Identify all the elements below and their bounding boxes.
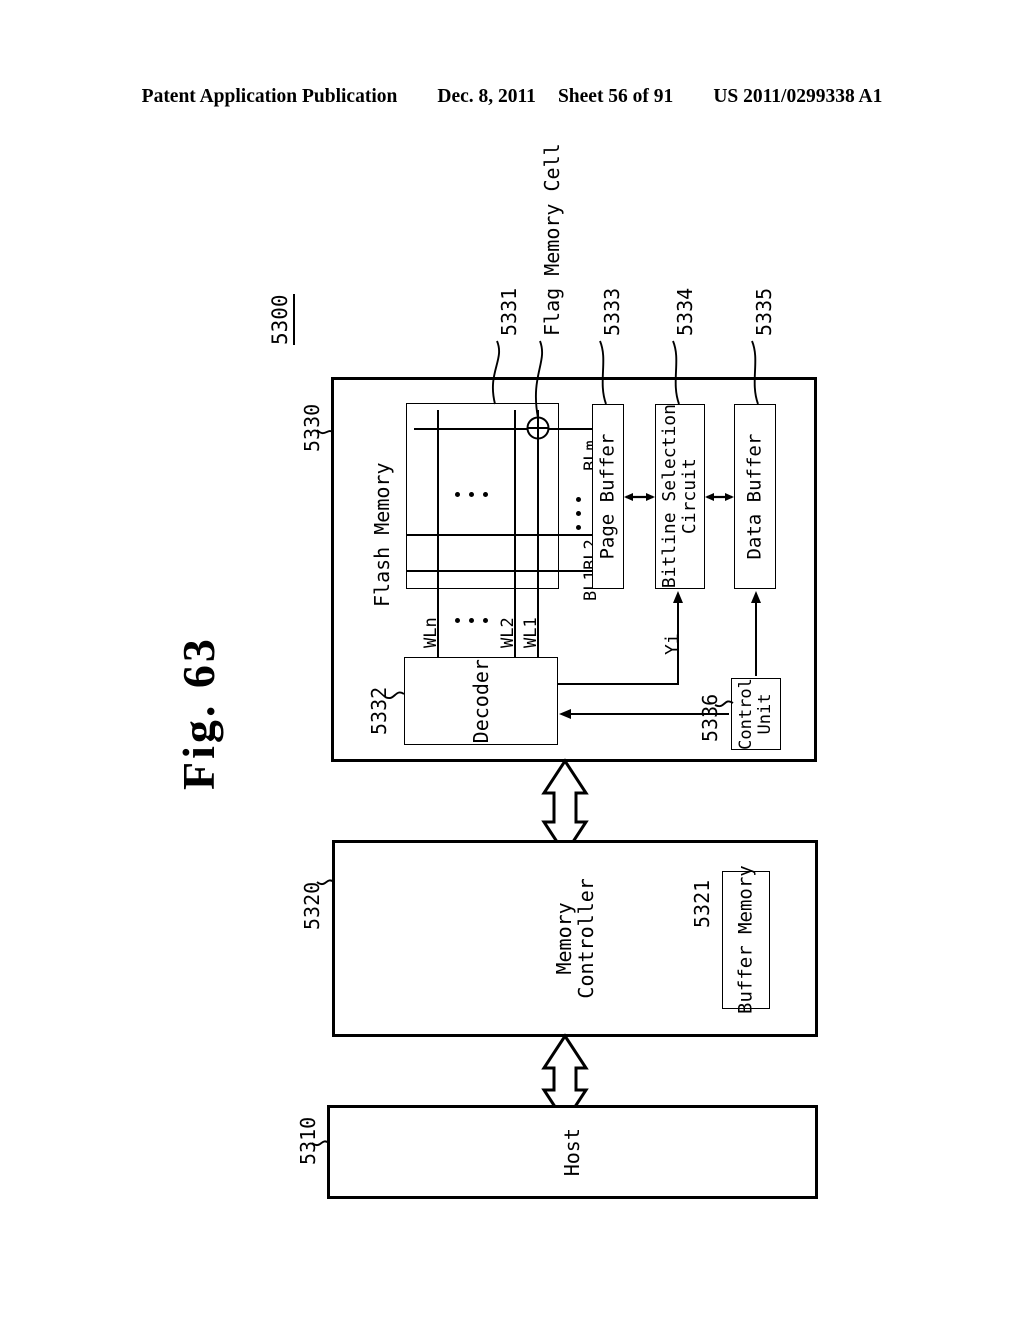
bitline-selection-circuit-label-line1: Bitline Selection xyxy=(658,404,680,589)
buffer-memory-label: Buffer Memory xyxy=(734,865,757,1015)
bitline-selection-circuit-block: Bitline Selection Circuit xyxy=(655,404,705,589)
ref-5300: 5300 xyxy=(268,294,295,345)
flash-memory-label: Flash Memory xyxy=(370,462,394,608)
bitline-selection-circuit-label-line2: Circuit xyxy=(679,458,701,535)
header-publication: Patent Application Publication xyxy=(141,86,398,107)
wordline-label-WLn: WLn xyxy=(421,617,441,648)
bitline-BL2 xyxy=(406,534,596,536)
ref-5330: 5330 xyxy=(300,403,324,452)
data-buffer-block: Data Buffer xyxy=(734,404,776,589)
wordline-label-WL2: WL2 xyxy=(498,617,518,648)
header-sheet: Sheet 56 of 91 xyxy=(557,86,674,107)
ref-5331: 5331 xyxy=(497,287,521,336)
bitline-selection-circuit-label-wrap: Bitline Selection Circuit xyxy=(656,404,704,589)
ref-5336: 5336 xyxy=(698,693,722,742)
page-header: Patent Application Publication Dec. 8, 20… xyxy=(0,86,1024,108)
bitline-BL1 xyxy=(406,570,596,572)
decoder-block: Decoder xyxy=(404,657,558,745)
figure-title: Fig. 63 xyxy=(173,636,224,790)
buffer-memory-block: Buffer Memory xyxy=(722,866,770,1015)
ref-5320: 5320 xyxy=(300,881,324,930)
memory-controller-label-line1: Memory xyxy=(551,902,576,975)
header-date: Dec. 8, 2011 xyxy=(437,86,536,107)
data-buffer-label: Data Buffer xyxy=(743,433,766,560)
header-patent-number: US 2011/0299338 A1 xyxy=(713,86,883,107)
control-unit-label-line2: Unit xyxy=(755,693,775,735)
bitline-BLm xyxy=(414,428,596,430)
patent-figure-page: Patent Application Publication Dec. 8, 20… xyxy=(0,0,1024,1320)
wordline-label-WL1: WL1 xyxy=(521,617,541,648)
buffer-memory-label-wrap: Buffer Memory xyxy=(723,866,769,1015)
control-unit-label-line1: Control xyxy=(735,678,756,750)
wordline-ellipsis xyxy=(455,618,488,623)
array-ellipsis xyxy=(455,492,488,497)
page-buffer-label-wrap: Page Buffer xyxy=(593,405,623,588)
host-block: Host xyxy=(327,1105,818,1199)
flag-memory-cell-label: Flag Memory Cell xyxy=(540,143,564,336)
decoder-label-wrap: Decoder xyxy=(405,658,557,744)
memory-controller-label-line2: Controller xyxy=(573,878,598,999)
ref-5310: 5310 xyxy=(296,1116,320,1165)
host-label-wrap: Host xyxy=(330,1108,815,1196)
control-unit-label-wrap: Control Unit xyxy=(732,678,780,750)
bitline-ellipsis xyxy=(576,497,581,530)
ref-5335: 5335 xyxy=(752,287,776,336)
control-unit-block: Control Unit xyxy=(731,678,781,750)
data-buffer-label-wrap: Data Buffer xyxy=(735,405,775,588)
page-buffer-label: Page Buffer xyxy=(596,433,619,560)
column-select-label: Yi xyxy=(662,633,683,655)
ref-5321: 5321 xyxy=(690,879,714,928)
decoder-label: Decoder xyxy=(468,658,493,744)
ref-5332: 5332 xyxy=(367,686,391,735)
ref-5334: 5334 xyxy=(673,287,697,336)
page-buffer-block: Page Buffer xyxy=(592,404,624,589)
ref-5333: 5333 xyxy=(600,287,624,336)
host-label: Host xyxy=(560,1127,585,1177)
